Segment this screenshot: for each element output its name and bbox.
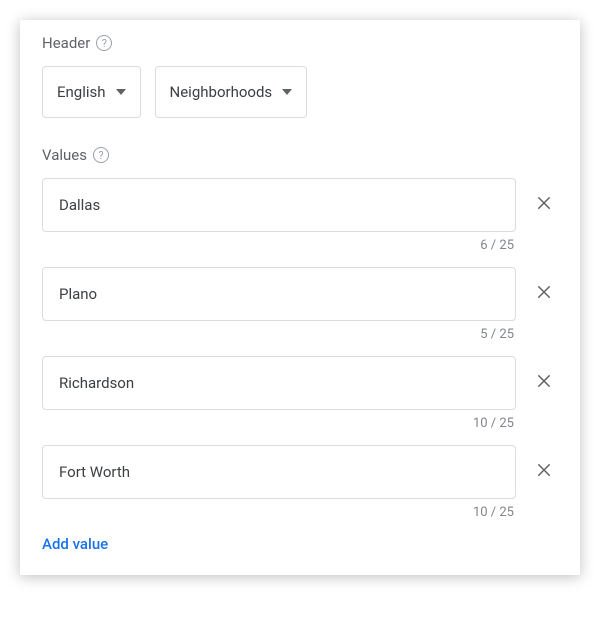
chevron-down-icon: [116, 89, 126, 95]
value-input[interactable]: [42, 267, 516, 321]
help-icon[interactable]: ?: [93, 147, 109, 163]
char-counter: 6 / 25: [42, 232, 558, 261]
header-type-dropdown[interactable]: Neighborhoods: [155, 66, 308, 118]
char-counter: 5 / 25: [42, 321, 558, 350]
header-label-row: Header ?: [42, 34, 558, 52]
values-label-row: Values ?: [42, 146, 558, 164]
value-input[interactable]: [42, 356, 516, 410]
remove-value-button[interactable]: [530, 280, 558, 308]
language-dropdown[interactable]: English: [42, 66, 141, 118]
close-icon: [535, 461, 553, 483]
char-counter: 10 / 25: [42, 499, 558, 528]
add-value-button[interactable]: Add value: [42, 535, 108, 553]
value-row: [42, 445, 558, 499]
value-item: 10 / 25: [42, 356, 558, 439]
language-dropdown-label: English: [57, 83, 106, 101]
values-label: Values: [42, 146, 87, 164]
value-row: [42, 267, 558, 321]
value-item: 6 / 25: [42, 178, 558, 261]
close-icon: [535, 372, 553, 394]
header-values-panel: Header ? English Neighborhoods Values ? …: [20, 20, 580, 575]
value-input[interactable]: [42, 445, 516, 499]
help-icon[interactable]: ?: [96, 35, 112, 51]
remove-value-button[interactable]: [530, 458, 558, 486]
header-type-dropdown-label: Neighborhoods: [170, 83, 273, 101]
value-row: [42, 356, 558, 410]
char-counter: 10 / 25: [42, 410, 558, 439]
remove-value-button[interactable]: [530, 369, 558, 397]
value-item: 5 / 25: [42, 267, 558, 350]
close-icon: [535, 194, 553, 216]
remove-value-button[interactable]: [530, 191, 558, 219]
values-list: 6 / 25 5 / 25 10 / 25 10 / 25: [42, 178, 558, 528]
value-input[interactable]: [42, 178, 516, 232]
header-dropdown-row: English Neighborhoods: [42, 66, 558, 118]
value-item: 10 / 25: [42, 445, 558, 528]
value-row: [42, 178, 558, 232]
chevron-down-icon: [282, 89, 292, 95]
header-label: Header: [42, 34, 90, 52]
close-icon: [535, 283, 553, 305]
